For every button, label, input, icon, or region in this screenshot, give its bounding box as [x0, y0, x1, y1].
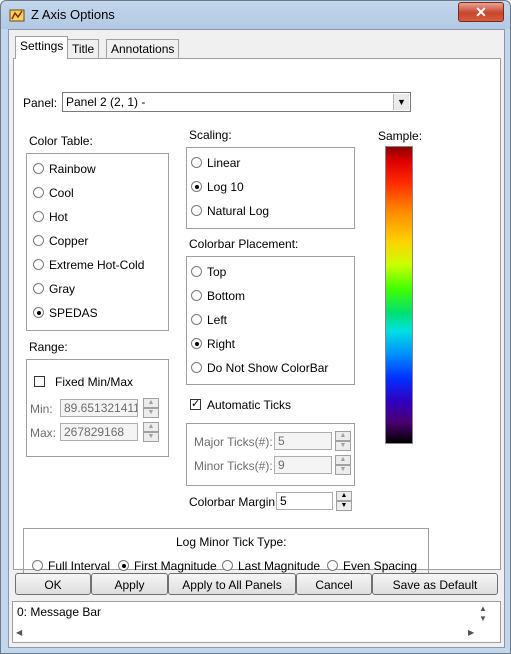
placement-option: Left — [207, 313, 228, 327]
tab-annotations[interactable]: Annotations — [106, 39, 180, 58]
placement-option: Top — [207, 265, 227, 279]
fixed-min-max-label: Fixed Min/Max — [55, 375, 134, 389]
radio-spedas[interactable] — [33, 307, 44, 318]
radio-extreme-hot-cold[interactable] — [33, 259, 44, 270]
radio-even-spacing[interactable] — [327, 560, 338, 571]
major-ticks-spinner[interactable]: ▲ ▼ — [335, 431, 351, 451]
placement-label: Colorbar Placement: — [189, 237, 299, 251]
radio-top[interactable] — [191, 266, 202, 277]
log-minor-option: Last Magnitude — [238, 559, 321, 573]
placement-option: Bottom — [207, 289, 246, 303]
log-minor-option: Even Spacing — [343, 559, 418, 573]
minor-ticks-label: Minor Ticks(#): — [194, 459, 273, 473]
settings-panel: Panel: Panel 2 (2, 1) - ▼ Color Table: R… — [13, 58, 501, 584]
radio-cool[interactable] — [33, 187, 44, 198]
radio-last-magnitude[interactable] — [222, 560, 233, 571]
radio-right[interactable] — [191, 338, 202, 349]
fixed-min-max-checkbox[interactable] — [34, 376, 45, 387]
message-text: 0: Message Bar — [17, 605, 102, 619]
radio-gray[interactable] — [33, 283, 44, 294]
color-table-option: Extreme Hot-Cold — [49, 258, 145, 272]
range-group: Fixed Min/Max Min: 89.6513214111 ▲ ▼ Max:… — [26, 359, 169, 457]
min-label: Min: — [30, 402, 53, 416]
color-table-option: Copper — [49, 234, 89, 248]
color-table-option: Hot — [49, 210, 68, 224]
radio-full-interval[interactable] — [32, 560, 43, 571]
tab-settings[interactable]: Settings — [15, 36, 69, 59]
message-bar[interactable]: 0: Message Bar ▲ ▼ ◀ ▶ — [12, 601, 501, 643]
placement-option: Right — [207, 337, 236, 351]
vertical-scroll-arrows[interactable]: ▲ ▼ — [477, 604, 489, 624]
max-field[interactable]: 267829168 — [60, 423, 138, 441]
radio-left[interactable] — [191, 314, 202, 325]
radio-linear[interactable] — [191, 157, 202, 168]
log-minor-option: Full Interval — [48, 559, 111, 573]
color-table-option: Gray — [49, 282, 76, 296]
min-field[interactable]: 89.6513214111 — [60, 399, 138, 417]
log-minor-label: Log Minor Tick Type: — [176, 535, 287, 549]
title-bar[interactable]: Z Axis Options ✕ — [1, 1, 510, 29]
radio-bottom[interactable] — [191, 290, 202, 301]
scaling-option: Natural Log — [207, 204, 270, 218]
scaling-group: Linear Log 10 Natural Log — [186, 147, 355, 229]
ticks-group: Major Ticks(#): 5 ▲ ▼ Minor Ticks(#): 9 ▲… — [186, 423, 355, 486]
dialog-client: Settings Title Annotations Panel: Panel … — [8, 29, 505, 648]
apply-button[interactable]: Apply — [91, 573, 168, 595]
radio-log10[interactable] — [191, 181, 202, 192]
major-ticks-field[interactable]: 5 — [274, 432, 332, 450]
scroll-right-icon[interactable]: ▶ — [468, 628, 476, 638]
sample-colorbar — [385, 146, 413, 444]
placement-group: Top Bottom Left Right Do Not Show ColorB… — [186, 256, 355, 385]
color-table-option: SPEDAS — [49, 306, 98, 320]
panel-label: Panel: — [23, 96, 58, 110]
scaling-option: Linear — [207, 156, 241, 170]
dialog-window: Z Axis Options ✕ Settings Title Annotati… — [0, 0, 511, 654]
save-default-button[interactable]: Save as Default — [372, 573, 498, 595]
color-table-label: Color Table: — [29, 134, 93, 148]
tab-title[interactable]: Title — [67, 39, 100, 58]
ok-button[interactable]: OK — [15, 573, 91, 595]
max-label: Max: — [30, 426, 57, 440]
radio-first-magnitude[interactable] — [118, 560, 129, 571]
scroll-left-icon[interactable]: ◀ — [16, 628, 24, 638]
automatic-ticks-checkbox[interactable]: ✓ — [190, 399, 201, 410]
scaling-label: Scaling: — [189, 128, 232, 142]
log-minor-option: First Magnitude — [134, 559, 217, 573]
color-table-option: Cool — [49, 186, 74, 200]
chevron-down-icon[interactable]: ▼ — [393, 94, 409, 110]
min-spinner[interactable]: ▲ ▼ — [143, 398, 159, 418]
radio-no-colorbar[interactable] — [191, 362, 202, 373]
minor-ticks-field[interactable]: 9 — [274, 456, 332, 474]
cancel-button[interactable]: Cancel — [296, 573, 372, 595]
window-title: Z Axis Options — [31, 7, 115, 22]
color-table-group: Rainbow Cool Hot Copper Extreme Hot-Cold… — [26, 153, 169, 331]
colorbar-margin-label: Colorbar Margin: — [189, 495, 279, 509]
radio-copper[interactable] — [33, 235, 44, 246]
placement-option: Do Not Show ColorBar — [207, 361, 329, 375]
max-spinner[interactable]: ▲ ▼ — [143, 422, 159, 442]
panel-select-value: Panel 2 (2, 1) - — [66, 95, 146, 109]
color-table-option: Rainbow — [49, 162, 96, 176]
major-ticks-label: Major Ticks(#): — [194, 435, 273, 449]
apply-all-button[interactable]: Apply to All Panels — [168, 573, 296, 595]
app-icon — [9, 9, 25, 22]
automatic-ticks-label: Automatic Ticks — [207, 398, 292, 412]
sample-label: Sample: — [378, 129, 423, 143]
colorbar-margin-field[interactable]: 5 — [276, 492, 333, 510]
colorbar-margin-spinner[interactable]: ▲ ▼ — [336, 491, 352, 511]
radio-hot[interactable] — [33, 211, 44, 222]
scaling-option: Log 10 — [207, 180, 244, 194]
panel-select[interactable]: Panel 2 (2, 1) - ▼ — [62, 92, 411, 112]
range-label: Range: — [29, 340, 68, 354]
radio-rainbow[interactable] — [33, 163, 44, 174]
close-button[interactable]: ✕ — [458, 2, 504, 22]
radio-natural-log[interactable] — [191, 205, 202, 216]
minor-ticks-spinner[interactable]: ▲ ▼ — [335, 455, 351, 475]
